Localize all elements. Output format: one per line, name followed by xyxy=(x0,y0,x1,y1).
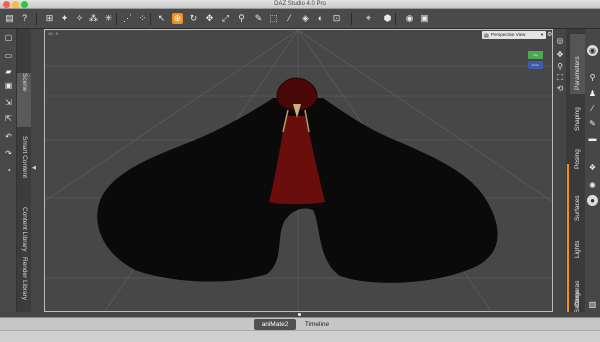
active-tab-indicator xyxy=(567,164,569,314)
scene-graph-icon[interactable]: ⋰ xyxy=(122,13,133,24)
main-toolbar: ▤? ⊞ ✦ ✧ ⁂ ✳ ⋰ ⁘ ↖ ⊕ ↻ ✥ ⤢ ⚲ ✎ ⬚ ⁄ ◈ ◐ ⊡ ⌖ ⬢ ◉ ▣ xyxy=(0,9,600,29)
chevron-down-icon: ▼ xyxy=(540,32,544,37)
viewport-navigation-strip: ◎ ✥ ⚲ ⛶ ⟲ xyxy=(554,29,566,317)
viewport-options-icon[interactable]: ⚙ xyxy=(547,31,553,39)
sphere-icon[interactable]: ● xyxy=(587,195,598,206)
right-pane-tabs: Parameters Shaping Posing Surfaces Lights Cam… xyxy=(570,29,585,317)
render-settings-icon[interactable]: ▣ xyxy=(419,13,430,24)
save-icon[interactable]: ▣ xyxy=(3,80,14,91)
wand-icon[interactable]: ⁄ xyxy=(587,103,598,114)
parameters-icon[interactable]: ◉ xyxy=(587,45,598,56)
export-icon[interactable]: ⇱ xyxy=(3,113,14,124)
brush-icon[interactable]: ✎ xyxy=(587,118,598,129)
light-icon[interactable]: ✺ xyxy=(587,180,598,191)
toolbar-separator xyxy=(395,13,396,25)
camera-select-dropdown[interactable]: ▤ Perspective View ▼ xyxy=(482,31,546,39)
scale-icon[interactable]: ⤢ xyxy=(220,13,231,24)
undo-icon[interactable]: ↶ xyxy=(3,131,14,142)
file-action-strip: ▢ ▭ ▰ ▣ ⇲ ⇱ ↶ ↷ ◔ xyxy=(0,29,17,317)
orbit-icon[interactable]: ◎ xyxy=(555,36,565,46)
node-select-icon[interactable]: ⁂ xyxy=(88,13,99,24)
camera-select-value: Perspective View xyxy=(491,32,526,37)
tab-animate2[interactable]: aniMate2 xyxy=(254,319,296,330)
search-icon[interactable]: ⚲ xyxy=(587,72,598,83)
view-cube-front[interactable]: Front xyxy=(528,61,543,69)
universal-tool-icon[interactable]: ⊕ xyxy=(172,13,183,24)
title-bar: DAZ Studio 4.0 Pro xyxy=(0,0,600,9)
camera-cube-icon[interactable]: ⬢ xyxy=(382,13,393,24)
joint-editor-icon[interactable]: ⚲ xyxy=(236,13,247,24)
tab-label: Lights xyxy=(574,240,581,258)
bottom-pane-tabs: aniMate2 Timeline xyxy=(0,317,600,330)
new-document-icon[interactable]: ▤ xyxy=(4,13,15,24)
node-weight-icon[interactable]: ◈ xyxy=(300,13,311,24)
geometry-editor-icon[interactable]: ✎ xyxy=(253,13,264,24)
group-icon[interactable]: ⁘ xyxy=(137,13,148,24)
open-folder-icon[interactable]: ▰ xyxy=(3,66,14,77)
aspect-ratio-label: 16 : 9 xyxy=(48,31,59,36)
toolbar-separator xyxy=(351,13,352,25)
transform-icon[interactable]: ✳ xyxy=(103,13,114,24)
open-file-icon[interactable]: ▭ xyxy=(3,50,14,61)
frame-icon[interactable]: ⛶ xyxy=(555,73,565,83)
tab-surfaces[interactable]: Surfaces xyxy=(570,175,585,225)
tab-label: Surfaces xyxy=(574,195,581,221)
tab-shaping[interactable]: Shaping xyxy=(570,95,585,135)
status-bar xyxy=(0,330,600,342)
left-pane-tabs: Scene Smart Content Content Library Render … xyxy=(17,29,31,317)
view-cube-top[interactable]: Top xyxy=(528,51,543,59)
tab-smart-content[interactable]: Smart Content xyxy=(17,136,31,198)
zoom-icon[interactable]: ⚲ xyxy=(555,62,565,72)
toolbar-separator xyxy=(150,13,151,25)
tab-parameters[interactable]: Parameters xyxy=(570,34,585,94)
toolbar-separator xyxy=(36,13,37,25)
tab-label: Parameters xyxy=(574,56,581,90)
tab-label: Scene xyxy=(21,73,28,92)
viewport-scene[interactable] xyxy=(45,30,552,311)
right-tool-strip: ◉ ⚲ ♟ ⁄ ✎ ▬ ❖ ✺ ● ▥ xyxy=(585,29,600,317)
render-small-icon[interactable]: ◔ xyxy=(3,165,14,176)
morph-icon[interactable]: ◐ xyxy=(315,13,326,24)
pose-figure-icon[interactable]: ♟ xyxy=(587,88,598,99)
import-icon[interactable]: ⇲ xyxy=(3,97,14,108)
left-pane-collapse-handle[interactable] xyxy=(31,29,42,317)
paint-icon[interactable]: ❖ xyxy=(587,162,598,173)
camera-icon[interactable]: ▥ xyxy=(587,299,598,310)
pointer-icon[interactable]: ↖ xyxy=(156,13,167,24)
daz-studio-window: DAZ Studio 4.0 Pro ▤? ⊞ ✦ ✧ ⁂ ✳ ⋰ ⁘ ↖ ⊕ ↻ ✥ ⤢ ⚲ ✎ ⬚ ⁄ ◈ ◐ ⊡… xyxy=(0,0,600,342)
rotate-icon[interactable]: ↻ xyxy=(188,13,199,24)
tab-label: Smart Content xyxy=(21,136,28,178)
tab-label: Shaping xyxy=(574,107,581,131)
magic-wand-icon[interactable]: ✦ xyxy=(59,13,70,24)
help-icon[interactable]: ? xyxy=(19,13,30,24)
tab-label: Content Library xyxy=(21,207,28,252)
camera-icon: ▤ xyxy=(484,33,489,39)
material-icon[interactable]: ▬ xyxy=(587,133,598,144)
window-title: DAZ Studio 4.0 Pro xyxy=(274,1,326,7)
magic-wand-alt-icon[interactable]: ✧ xyxy=(74,13,85,24)
brush-icon[interactable]: ⁄ xyxy=(284,13,295,24)
tab-lights[interactable]: Lights xyxy=(570,225,585,262)
translate-icon[interactable]: ✥ xyxy=(204,13,215,24)
spot-render-icon[interactable]: ⊡ xyxy=(331,13,342,24)
tab-label: Posing xyxy=(574,149,581,169)
tab-label: Render Library xyxy=(21,257,28,300)
expand-left-pane-icon[interactable]: ◀ xyxy=(32,165,36,171)
splitter-grip-icon[interactable] xyxy=(298,313,301,316)
tab-label: Settings xyxy=(574,289,581,314)
render-icon[interactable]: ◉ xyxy=(404,13,415,24)
tab-timeline[interactable]: Timeline xyxy=(300,319,334,330)
select-all-icon[interactable]: ⊞ xyxy=(44,13,55,24)
aim-icon[interactable]: ⌖ xyxy=(363,13,374,24)
3d-viewport[interactable]: 16 : 9 ▤ Perspective View ▼ ⚙ Top Front xyxy=(44,29,553,312)
tab-posing[interactable]: Posing xyxy=(570,137,585,173)
tab-scene[interactable]: Scene xyxy=(17,73,31,127)
redo-icon[interactable]: ↷ xyxy=(3,148,14,159)
new-scene-icon[interactable]: ▢ xyxy=(3,32,14,43)
reset-view-icon[interactable]: ⟲ xyxy=(555,84,565,94)
pan-icon[interactable]: ✥ xyxy=(555,50,565,60)
toolbar-separator xyxy=(116,13,117,25)
surface-selection-icon[interactable]: ⬚ xyxy=(268,13,279,24)
